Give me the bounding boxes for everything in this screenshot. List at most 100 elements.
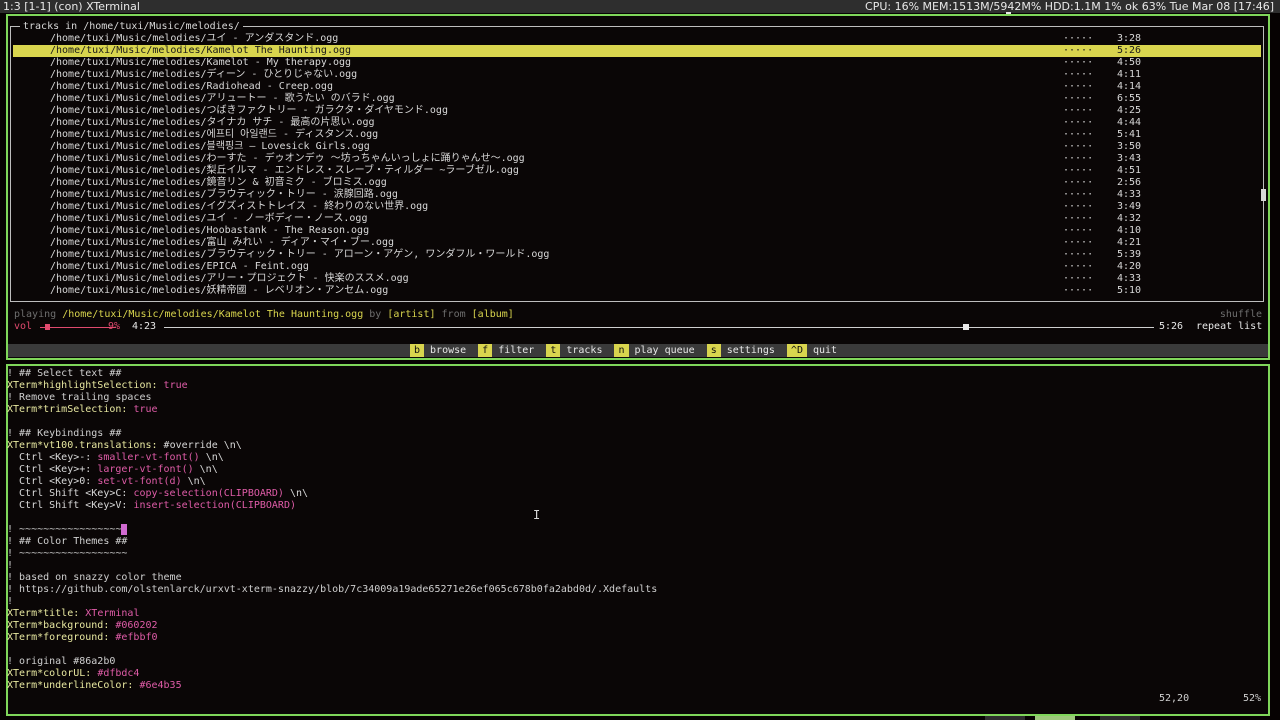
- track-row[interactable]: /home/tuxi/Music/melodies/アリー・プロジェクト - 快…: [13, 273, 1261, 285]
- track-duration: 4:25: [1117, 105, 1142, 116]
- track-duration: 4:32: [1117, 213, 1142, 224]
- track-path: /home/tuxi/Music/melodies/Radiohead - Cr…: [50, 81, 333, 92]
- editor-token: XTerm*foreground:: [7, 632, 116, 643]
- track-rating: ·····: [1063, 69, 1094, 80]
- track-path: /home/tuxi/Music/melodies/つばきファクトリー - ガラ…: [50, 105, 448, 116]
- track-rating: ·····: [1063, 45, 1094, 56]
- volume-slider[interactable]: [40, 327, 116, 328]
- editor-token: !: [7, 596, 14, 607]
- track-duration: 2:56: [1117, 177, 1142, 188]
- track-rating: ·····: [1063, 177, 1094, 188]
- volume-slider-knob[interactable]: [44, 324, 50, 330]
- menu-item-quit[interactable]: quit: [813, 344, 837, 357]
- editor-token: XTerm*colorUL:: [7, 668, 98, 679]
- elapsed-time: 4:23: [132, 321, 157, 332]
- editor-token: \n\: [199, 452, 224, 463]
- track-duration: 4:44: [1117, 117, 1142, 128]
- track-rating: ·····: [1063, 273, 1094, 284]
- track-duration: 5:39: [1117, 249, 1142, 260]
- editor-token: XTerm*trimSelection:: [7, 404, 134, 415]
- bottom-bar-segment: [985, 716, 1025, 720]
- track-path: /home/tuxi/Music/melodies/梨丘イルマ - エンドレス・…: [50, 165, 519, 176]
- editor-token: set-vt-font(d): [97, 476, 182, 487]
- track-row[interactable]: /home/tuxi/Music/melodies/わーすた - デゥオンデゥ …: [13, 153, 1261, 165]
- editor-token: ! ~~~~~~~~~~~~~~~~~~: [7, 548, 128, 559]
- artist-value: [artist]: [387, 309, 436, 320]
- track-row[interactable]: /home/tuxi/Music/melodies/タイナカ サチ - 最高の片…: [13, 117, 1261, 129]
- menu-item-settings[interactable]: settings: [727, 344, 775, 357]
- editor-token: ! ## Color Themes ##: [7, 536, 128, 547]
- editor-token: XTerm*title:: [7, 608, 86, 619]
- menu-key-tracks[interactable]: t: [546, 344, 561, 357]
- track-path: /home/tuxi/Music/melodies/Hoobastank - T…: [50, 225, 370, 236]
- menu-key-quit[interactable]: ^D: [786, 344, 807, 357]
- track-path: /home/tuxi/Music/melodies/タイナカ サチ - 最高の片…: [50, 117, 375, 128]
- editor-line: ! ## Select text ##: [7, 368, 121, 380]
- editor-token: #dfbdc4: [97, 668, 140, 679]
- track-path: /home/tuxi/Music/melodies/アリー・プロジェクト - 快…: [50, 273, 409, 284]
- track-rating: ·····: [1063, 105, 1094, 116]
- track-row[interactable]: /home/tuxi/Music/melodies/블랙핑크 – Lovesic…: [13, 141, 1261, 153]
- track-rating: ·····: [1063, 225, 1094, 236]
- album-value: [album]: [471, 309, 514, 320]
- track-row[interactable]: /home/tuxi/Music/melodies/EPICA - Feint.…: [13, 261, 1261, 273]
- track-row[interactable]: /home/tuxi/Music/melodies/梨丘イルマ - エンドレス・…: [13, 165, 1261, 177]
- track-list-scrollbar[interactable]: [1261, 189, 1266, 201]
- editor-window[interactable]: [6, 364, 1270, 716]
- menu-key-filter[interactable]: f: [478, 344, 493, 357]
- track-row[interactable]: /home/tuxi/Music/melodies/Radiohead - Cr…: [13, 81, 1261, 93]
- editor-line: ! ~~~~~~~~~~~~~~~~~~: [7, 548, 127, 560]
- repeat-mode[interactable]: repeat list: [1196, 321, 1262, 333]
- track-row[interactable]: /home/tuxi/Music/melodies/イグズィストトレイス - 終…: [13, 201, 1261, 213]
- bottom-bar-segment: [1035, 716, 1075, 720]
- editor-line: XTerm*background: #060202: [7, 620, 158, 632]
- track-path: /home/tuxi/Music/melodies/ディーン - ひとりじゃない…: [50, 69, 358, 80]
- editor-token: ! ## Select text ##: [7, 368, 122, 379]
- track-rating: ·····: [1063, 33, 1094, 44]
- editor-line: ! Remove trailing spaces: [7, 392, 152, 404]
- menu-key-settings[interactable]: s: [706, 344, 721, 357]
- editor-token: Ctrl <Key>-:: [7, 452, 98, 463]
- editor-line: XTerm*colorUL: #dfbdc4: [7, 668, 139, 680]
- menu-item-filter[interactable]: filter: [498, 344, 534, 357]
- editor-token: ! ~~~~~~~~~~~~~~~~~: [7, 524, 122, 535]
- progress-bar[interactable]: [164, 327, 1154, 328]
- track-row[interactable]: /home/tuxi/Music/melodies/Kamelot - My t…: [13, 57, 1261, 69]
- progress-knob[interactable]: [962, 324, 969, 330]
- menu-key-play-queue[interactable]: n: [614, 344, 629, 357]
- track-row[interactable]: /home/tuxi/Music/melodies/つばきファクトリー - ガラ…: [13, 105, 1261, 117]
- editor-token: ! original #86a2b0: [7, 656, 116, 667]
- track-rating: ·····: [1063, 81, 1094, 92]
- editor-token: true: [163, 380, 188, 391]
- track-row[interactable]: /home/tuxi/Music/melodies/鏡音リン & 初音ミク - …: [13, 177, 1261, 189]
- track-row[interactable]: /home/tuxi/Music/melodies/ブラウティック・トリー - …: [13, 249, 1261, 261]
- editor-line: XTerm*trimSelection: true: [7, 404, 158, 416]
- track-rating: ·····: [1063, 249, 1094, 260]
- menu-item-play-queue[interactable]: play queue: [635, 344, 695, 357]
- track-duration: 4:14: [1117, 81, 1142, 92]
- track-row[interactable]: /home/tuxi/Music/melodies/富山 みれい - ディア・マ…: [13, 237, 1261, 249]
- track-row[interactable]: /home/tuxi/Music/melodies/에프티 아일랜드 - ディス…: [13, 129, 1261, 141]
- menu-key-browse[interactable]: b: [410, 344, 425, 357]
- track-row[interactable]: /home/tuxi/Music/melodies/アリュートー - 歌うたい …: [13, 93, 1261, 105]
- mouse-text-cursor-icon: I: [533, 508, 541, 522]
- track-row[interactable]: /home/tuxi/Music/melodies/ユイ - ノーボディー・ノー…: [13, 213, 1261, 225]
- track-row[interactable]: /home/tuxi/Music/melodies/ディーン - ひとりじゃない…: [13, 69, 1261, 81]
- track-row[interactable]: /home/tuxi/Music/melodies/ユイ - アンダスタンド.o…: [13, 33, 1261, 45]
- track-rating: ·····: [1063, 237, 1094, 248]
- track-row[interactable]: /home/tuxi/Music/melodies/妖精帝國 - レベリオン・ア…: [13, 285, 1261, 297]
- track-rating: ·····: [1063, 57, 1094, 68]
- track-row-selected[interactable]: /home/tuxi/Music/melodies/Kamelot The Ha…: [13, 45, 1261, 57]
- track-row[interactable]: /home/tuxi/Music/melodies/ブラウティック・トリー - …: [13, 189, 1261, 201]
- track-rating: ·····: [1063, 261, 1094, 272]
- track-path: /home/tuxi/Music/melodies/ユイ - ノーボディー・ノー…: [50, 213, 368, 224]
- playing-label: playing: [14, 309, 57, 320]
- editor-token: insert-selection(CLIPBOARD): [133, 500, 296, 511]
- editor-token: !: [7, 560, 14, 571]
- shuffle-toggle[interactable]: shuffle: [1220, 309, 1262, 321]
- editor-line: Ctrl <Key>+: larger-vt-font() \n\: [7, 464, 218, 476]
- volume-label: vol: [14, 321, 33, 332]
- menu-item-tracks[interactable]: tracks: [566, 344, 602, 357]
- track-row[interactable]: /home/tuxi/Music/melodies/Hoobastank - T…: [13, 225, 1261, 237]
- menu-item-browse[interactable]: browse: [430, 344, 466, 357]
